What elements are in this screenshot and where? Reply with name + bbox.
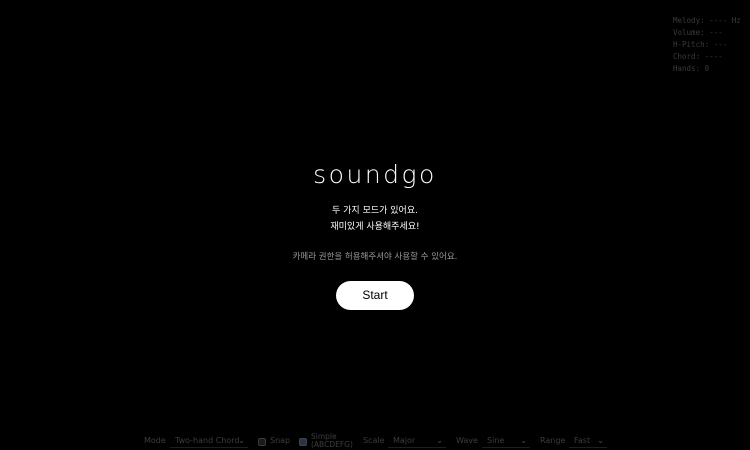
mode-label: Mode	[144, 436, 166, 445]
scale-select-value: Major	[393, 436, 416, 445]
debug-readout: Melody: ---- Hz Volume: --- H-Pitch: ---…	[673, 15, 747, 75]
app-title: soundgo	[313, 160, 437, 189]
chevron-down-icon: ⌄	[520, 436, 527, 445]
wave-label: Wave	[456, 436, 478, 445]
intro-description: 두 가지 모드가 있어요. 재미있게 사용해주세요!	[0, 203, 750, 235]
range-label: Range	[540, 436, 566, 445]
h-pitch-readout: H-Pitch: ---	[673, 40, 728, 49]
mode-select[interactable]: Two-hand Chord ⌄	[170, 434, 248, 448]
range-select[interactable]: Fast ⌄	[569, 434, 607, 448]
chevron-down-icon: ⌄	[597, 436, 604, 445]
snap-checkbox[interactable]	[258, 438, 266, 446]
mode-select-value: Two-hand Chord	[175, 436, 240, 445]
intro-panel: soundgo 두 가지 모드가 있어요. 재미있게 사용해주세요! 카메라 권…	[0, 158, 750, 310]
chevron-down-icon: ⌄	[436, 436, 443, 445]
intro-line-2: 재미있게 사용해주세요!	[330, 222, 420, 232]
intro-line-1: 두 가지 모드가 있어요.	[332, 206, 418, 216]
app-screen: Melody: ---- Hz Volume: --- H-Pitch: ---…	[0, 0, 750, 450]
scale-select[interactable]: Major ⌄	[388, 434, 446, 448]
simple-checkbox[interactable]	[299, 438, 307, 446]
controls-bar: Mode Two-hand Chord ⌄ Snap Simple (ABCDE…	[0, 432, 750, 450]
start-button[interactable]: Start	[336, 281, 414, 310]
chord-readout: Chord: ----	[673, 52, 723, 61]
simple-label: Simple (ABCDEFG)	[311, 432, 353, 449]
camera-permission-note: 카메라 권한을 허용해주셔야 사용할 수 있어요.	[292, 252, 458, 262]
melody-readout: Melody: ---- Hz	[673, 16, 741, 25]
snap-label: Snap	[270, 436, 291, 445]
chevron-down-icon: ⌄	[238, 436, 245, 445]
volume-readout: Volume: ---	[673, 28, 723, 37]
scale-label: Scale	[363, 436, 385, 445]
hands-readout: Hands: 0	[673, 64, 710, 73]
wave-select[interactable]: Sine ⌄	[482, 434, 530, 448]
wave-select-value: Sine	[487, 436, 505, 445]
range-select-value: Fast	[574, 436, 591, 445]
